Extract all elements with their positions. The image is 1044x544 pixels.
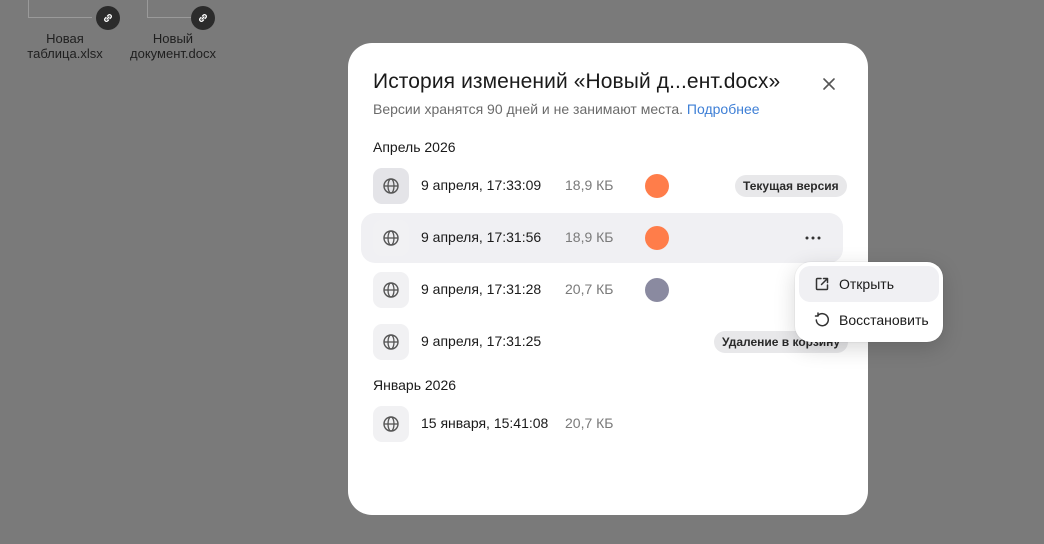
globe-icon (383, 230, 399, 246)
file-name: Новая таблица.xlsx (10, 31, 120, 61)
menu-item-open[interactable]: Открыть (799, 266, 939, 302)
version-context-menu: Открыть Восстановить (795, 262, 943, 342)
version-size: 18,9 КБ (565, 229, 614, 245)
version-row[interactable]: 15 января, 15:41:08 20,7 КБ (361, 399, 843, 449)
open-external-icon (813, 275, 831, 293)
file-name-line1: Новый (152, 31, 194, 46)
group-label-april: Апрель 2026 (373, 139, 456, 155)
version-row[interactable]: 9 апреля, 17:31:25 Удаление в корзину (361, 317, 849, 367)
version-size: 18,9 КБ (565, 177, 614, 193)
menu-item-label: Открыть (839, 276, 894, 292)
more-horizontal-icon (805, 236, 821, 240)
globe-icon (383, 334, 399, 350)
version-date: 9 апреля, 17:33:09 (421, 177, 542, 193)
menu-item-restore[interactable]: Восстановить (799, 302, 939, 338)
author-avatar (645, 226, 669, 250)
version-icon (373, 220, 409, 256)
shared-link-icon (96, 6, 120, 30)
dialog-title: История изменений «Новый д...ент.docx» (373, 70, 781, 93)
restore-icon (813, 311, 831, 329)
version-date: 15 января, 15:41:08 (421, 415, 549, 431)
globe-icon (383, 416, 399, 432)
dialog-subtitle: Версии хранятся 90 дней и не занимают ме… (373, 101, 760, 117)
file-name: Новый документ.docx (118, 31, 228, 61)
file-name-line2: документ.docx (130, 46, 216, 61)
shared-link-icon (191, 6, 215, 30)
version-size: 20,7 КБ (565, 415, 614, 431)
author-avatar (645, 174, 669, 198)
version-history-dialog: История изменений «Новый д...ент.docx» В… (348, 43, 868, 515)
menu-item-label: Восстановить (839, 312, 929, 328)
file-name-line1: Новая (46, 31, 84, 46)
close-button[interactable] (816, 71, 842, 97)
version-size: 20,7 КБ (565, 281, 614, 297)
file-name-line2: таблица.xlsx (27, 46, 103, 61)
version-date: 9 апреля, 17:31:25 (421, 333, 542, 349)
version-date: 9 апреля, 17:31:28 (421, 281, 542, 297)
globe-icon (383, 282, 399, 298)
version-date: 9 апреля, 17:31:56 (421, 229, 542, 245)
version-row[interactable]: 9 апреля, 17:33:09 18,9 КБ Текущая верси… (361, 161, 847, 211)
globe-icon (383, 178, 399, 194)
group-label-january: Январь 2026 (373, 377, 457, 393)
subtitle-text: Версии хранятся 90 дней и не занимают ме… (373, 101, 684, 117)
version-icon (373, 324, 409, 360)
version-icon (373, 406, 409, 442)
more-actions-button[interactable] (799, 226, 827, 250)
version-row[interactable]: 9 апреля, 17:31:56 18,9 КБ (361, 213, 843, 263)
learn-more-link[interactable]: Подробнее (687, 101, 760, 117)
version-icon (373, 168, 409, 204)
version-row[interactable]: 9 апреля, 17:31:28 20,7 КБ (361, 265, 843, 315)
file-thumbnail (28, 0, 92, 18)
author-avatar (645, 278, 669, 302)
close-icon (823, 78, 835, 90)
current-version-badge: Текущая версия (735, 175, 847, 197)
version-icon (373, 272, 409, 308)
